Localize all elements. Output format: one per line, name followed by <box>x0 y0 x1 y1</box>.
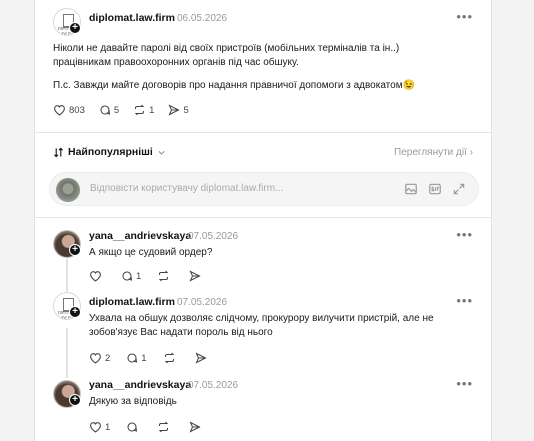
repost-icon <box>159 270 169 282</box>
thread-connector <box>66 258 68 294</box>
comment-button[interactable]: 5 <box>99 104 119 116</box>
post-ps: П.с. Завжди майте договорів про надання … <box>53 80 416 91</box>
reply-item: + yana__andrievskaya 07.05.2026 ••• Дяку… <box>35 376 491 441</box>
image-icon[interactable] <box>404 182 418 196</box>
thread-card: DIPLOMAT LAW FIRM + diplomat.law.firm 06… <box>34 0 492 441</box>
share-button[interactable] <box>189 270 201 282</box>
repost-count: 1 <box>149 104 155 116</box>
share-button[interactable] <box>195 352 207 364</box>
reply-box-icons <box>404 182 466 196</box>
share-icon <box>189 421 201 433</box>
sort-label: Найпопулярніші <box>68 146 153 158</box>
chevron-right-icon: › <box>469 147 473 158</box>
like-button[interactable]: 803 <box>53 104 85 116</box>
comment-icon <box>127 422 138 432</box>
reply-text: Дякую за відповідь <box>89 396 177 407</box>
reply-item: + yana__andrievskaya 07.05.2026 ••• А як… <box>35 222 491 294</box>
reply-actions: 1 <box>89 421 201 433</box>
like-count: 1 <box>105 421 111 433</box>
reply-input[interactable]: Відповісти користувачу diplomat.law.firm… <box>49 172 479 206</box>
comment-count: 1 <box>136 270 142 282</box>
heart-icon <box>90 422 101 433</box>
divider <box>35 132 491 133</box>
post-username[interactable]: diplomat.law.firm <box>89 12 175 24</box>
like-button[interactable] <box>89 270 105 282</box>
repost-icon <box>134 104 145 116</box>
comment-button[interactable] <box>126 421 141 433</box>
post-actions: 803 5 1 5 <box>53 104 189 116</box>
chevron-down-icon <box>158 150 165 155</box>
share-icon <box>195 352 207 364</box>
reply-username[interactable]: diplomat.law.firm <box>89 296 175 308</box>
reply-actions: 2 1 <box>89 352 207 364</box>
like-button[interactable]: 2 <box>89 352 110 364</box>
more-icon[interactable]: ••• <box>456 9 473 24</box>
reply-placeholder: Відповісти користувачу diplomat.law.firm… <box>90 183 284 194</box>
comment-count: 1 <box>141 352 147 364</box>
main-post: DIPLOMAT LAW FIRM + diplomat.law.firm 06… <box>35 0 491 130</box>
repost-button[interactable] <box>163 352 179 364</box>
repost-button[interactable]: 1 <box>133 104 154 116</box>
follow-plus-icon[interactable]: + <box>69 394 81 406</box>
follow-plus-icon[interactable]: + <box>69 22 81 34</box>
follow-plus-icon[interactable]: + <box>69 306 81 318</box>
share-icon <box>189 270 201 282</box>
thread-connector <box>66 328 68 378</box>
share-button[interactable]: 5 <box>168 104 189 116</box>
heart-icon <box>90 271 101 282</box>
view-activity-label: Переглянути дії <box>394 147 467 158</box>
current-user-avatar <box>56 178 80 202</box>
heart-icon <box>54 105 65 116</box>
more-icon[interactable]: ••• <box>456 376 473 391</box>
reply-text: А якщо це судовий ордер? <box>89 247 213 258</box>
heart-icon <box>90 353 101 364</box>
comment-icon <box>100 105 110 115</box>
share-button[interactable] <box>189 421 201 433</box>
comment-icon <box>122 271 133 281</box>
share-icon <box>168 104 181 116</box>
reply-item: DIPLOMAT LAW FIRM + diplomat.law.firm 07… <box>35 292 491 378</box>
follow-plus-icon[interactable]: + <box>69 244 81 256</box>
repost-icon <box>164 352 174 364</box>
reply-date: 07.05.2026 <box>188 380 239 391</box>
reply-date: 07.05.2026 <box>188 231 239 242</box>
repost-button[interactable] <box>157 421 173 433</box>
share-count: 5 <box>183 104 189 116</box>
reply-username[interactable]: yana__andrievskaya <box>89 379 191 391</box>
more-icon[interactable]: ••• <box>456 227 473 242</box>
reply-actions: 1 <box>89 270 201 282</box>
post-body: Ніколи не давайте паролі від своїх прист… <box>53 43 400 68</box>
divider <box>35 217 491 218</box>
sort-icon <box>53 147 64 157</box>
more-icon[interactable]: ••• <box>456 293 473 308</box>
comment-count: 5 <box>113 104 120 116</box>
comment-button[interactable]: 1 <box>126 352 147 364</box>
reply-date: 07.05.2026 <box>177 297 228 308</box>
expand-icon[interactable] <box>452 182 466 196</box>
view-activity-link[interactable]: Переглянути дії › <box>394 147 473 158</box>
comment-button[interactable]: 1 <box>121 270 141 282</box>
reply-text: Ухвала на обшук дозволяє слідчому, проку… <box>89 313 434 338</box>
repost-icon <box>159 421 169 433</box>
post-date: 06.05.2026 <box>177 13 228 24</box>
comment-icon <box>127 353 138 363</box>
sort-dropdown[interactable]: Найпопулярніші <box>53 146 166 158</box>
like-count: 2 <box>105 352 111 364</box>
like-count: 803 <box>69 104 85 116</box>
reply-username[interactable]: yana__andrievskaya <box>89 230 191 242</box>
like-button[interactable]: 1 <box>89 421 110 433</box>
repost-button[interactable] <box>157 270 173 282</box>
gif-icon[interactable] <box>428 182 442 196</box>
